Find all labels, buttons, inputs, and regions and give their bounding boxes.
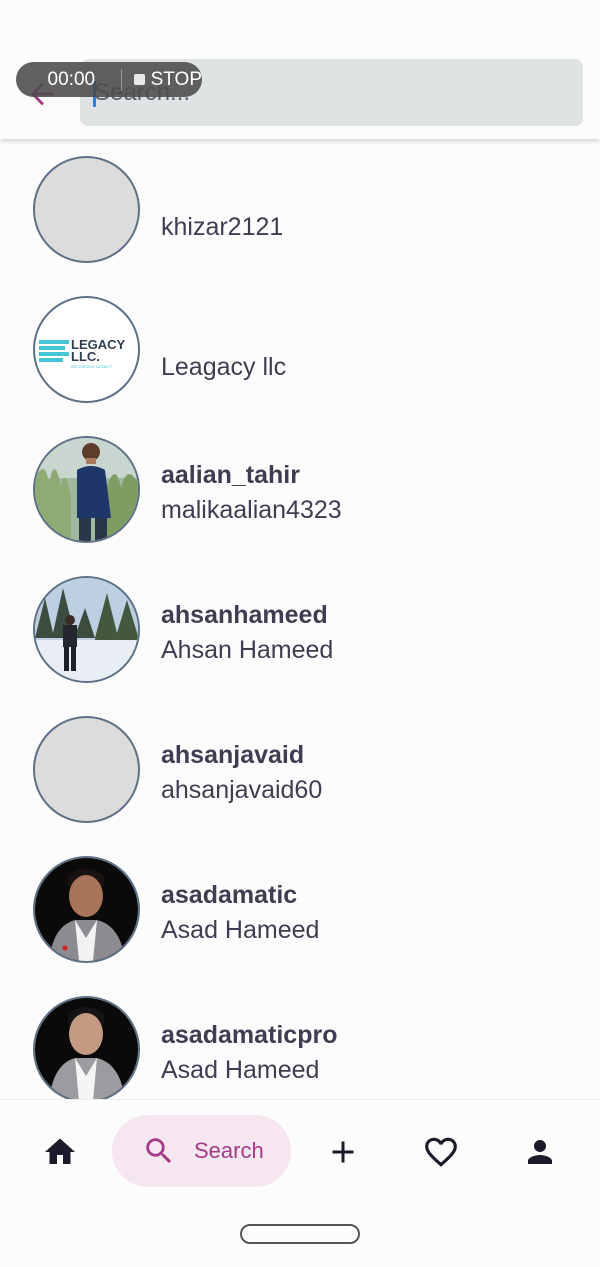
nav-home-button[interactable] (38, 1130, 82, 1174)
display-name: khizar2121 (161, 213, 284, 241)
username: asadamaticpro (161, 1021, 338, 1049)
nav-profile-button[interactable] (518, 1130, 562, 1174)
stop-icon (133, 74, 145, 85)
display-name: malikaalian4323 (161, 496, 342, 524)
svg-text:WE CREATE LEGACY: WE CREATE LEGACY (71, 364, 112, 369)
home-icon (45, 1138, 75, 1164)
recording-timer: 00:00 (47, 68, 96, 90)
display-name: ahsanjavaid60 (161, 776, 323, 804)
heart-outline-icon (425, 1137, 457, 1167)
legacy-logo-avatar: LEGACY LLC. WE CREATE LEGACY (33, 296, 140, 403)
search-icon (146, 1138, 172, 1164)
user-row-khizar2121[interactable]: khizar2121 (0, 139, 600, 279)
avatar-photo (33, 996, 140, 1099)
user-row-asadamaticpro[interactable]: asadamaticpro Asad Hameed (0, 979, 600, 1099)
nav-search-label: Search (194, 1138, 264, 1163)
nav-search-button[interactable]: Search (112, 1115, 291, 1187)
avatar-placeholder (33, 716, 140, 823)
nav-activity-button[interactable] (419, 1130, 463, 1174)
screen-recording-pill[interactable]: 00:00 STOP (16, 62, 202, 97)
plus-icon (332, 1141, 354, 1163)
username: ahsanjavaid (161, 741, 305, 769)
nav-add-button[interactable] (321, 1130, 365, 1174)
display-name: Asad Hameed (161, 916, 320, 944)
display-name: Leagacy llc (161, 353, 287, 381)
stop-recording-button[interactable]: STOP (122, 69, 202, 91)
person-icon (528, 1140, 552, 1164)
svg-text:LLC.: LLC. (71, 349, 100, 364)
stop-label: STOP (150, 68, 202, 90)
user-row-ahsanjavaid[interactable]: ahsanjavaid ahsanjavaid60 (0, 699, 600, 839)
search-results-list[interactable]: khizar2121 LEGACY LLC. WE CREATE LEGACY … (0, 139, 600, 1099)
username: ahsanhameed (161, 601, 328, 629)
bottom-navigation-bar: Search (0, 1099, 600, 1267)
gesture-home-indicator[interactable] (240, 1224, 360, 1244)
user-row-aalian-tahir[interactable]: aalian_tahir malikaalian4323 (0, 419, 600, 559)
username: aalian_tahir (161, 461, 300, 489)
avatar-photo (33, 436, 140, 543)
display-name: Asad Hameed (161, 1056, 320, 1084)
user-row-asadamatic[interactable]: asadamatic Asad Hameed (0, 839, 600, 979)
display-name: Ahsan Hameed (161, 636, 334, 664)
user-row-leagacy-llc[interactable]: LEGACY LLC. WE CREATE LEGACY Leagacy llc (0, 279, 600, 419)
avatar-placeholder (33, 156, 140, 263)
screen: 00:00 STOP khizar2121 LEGACY LLC. (0, 0, 600, 1267)
avatar-photo (33, 576, 140, 683)
username: asadamatic (161, 881, 298, 909)
user-row-ahsanhameed[interactable]: ahsanhameed Ahsan Hameed (0, 559, 600, 699)
avatar-photo (33, 856, 140, 963)
